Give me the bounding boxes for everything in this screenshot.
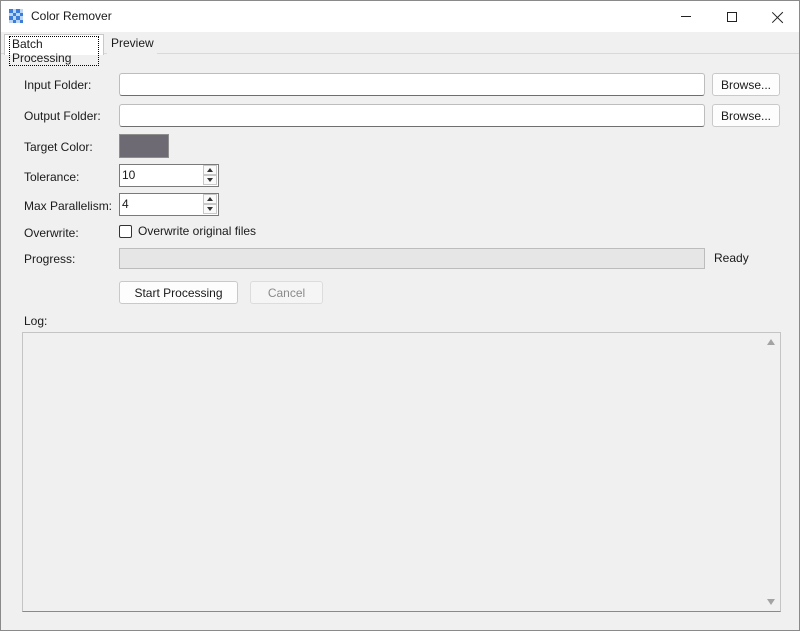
max-parallelism-label: Max Parallelism: <box>24 199 113 213</box>
close-button[interactable] <box>755 1 800 32</box>
target-color-label: Target Color: <box>24 140 93 154</box>
max-parallelism-decrement-button[interactable] <box>203 204 217 214</box>
tolerance-increment-button[interactable] <box>203 165 217 175</box>
stepper-arrows <box>202 165 218 186</box>
max-parallelism-increment-button[interactable] <box>203 194 217 204</box>
cancel-button[interactable]: Cancel <box>250 281 323 304</box>
chevron-up-icon <box>207 197 213 201</box>
progress-bar <box>119 248 705 269</box>
status-text: Ready <box>714 251 749 265</box>
tolerance-stepper[interactable]: 10 <box>119 164 219 187</box>
target-color-swatch[interactable] <box>119 134 169 158</box>
output-folder-label: Output Folder: <box>24 109 101 123</box>
close-icon <box>772 11 784 23</box>
checkerboard-app-icon <box>9 9 23 23</box>
overwrite-label: Overwrite: <box>24 226 79 240</box>
scroll-up-icon[interactable] <box>767 339 775 345</box>
browse-input-button[interactable]: Browse... <box>712 73 780 96</box>
scroll-down-icon[interactable] <box>767 599 775 605</box>
tab-label: Batch Processing <box>9 36 99 66</box>
minimize-button[interactable] <box>663 1 709 32</box>
input-folder-field[interactable] <box>119 73 705 96</box>
log-label: Log: <box>24 314 48 328</box>
output-folder-field[interactable] <box>119 104 705 127</box>
tab-preview[interactable]: Preview <box>107 35 157 54</box>
stepper-arrows <box>202 194 218 215</box>
tolerance-label: Tolerance: <box>24 170 80 184</box>
tab-label: Preview <box>111 36 154 50</box>
chevron-down-icon <box>207 207 213 211</box>
max-parallelism-value[interactable]: 4 <box>122 197 129 211</box>
max-parallelism-stepper[interactable]: 4 <box>119 193 219 216</box>
minimize-icon <box>681 16 691 17</box>
tab-batch-processing[interactable]: Batch Processing <box>4 34 104 66</box>
tab-bar: Batch Processing Preview <box>1 32 799 66</box>
browse-output-button[interactable]: Browse... <box>712 104 780 127</box>
tolerance-decrement-button[interactable] <box>203 175 217 185</box>
chevron-down-icon <box>207 178 213 182</box>
chevron-up-icon <box>207 168 213 172</box>
overwrite-checkbox[interactable] <box>119 225 132 238</box>
input-folder-label: Input Folder: <box>24 78 92 92</box>
maximize-button[interactable] <box>709 1 755 32</box>
log-scrollbar[interactable] <box>762 333 780 611</box>
maximize-icon <box>727 11 737 22</box>
tolerance-value[interactable]: 10 <box>122 168 135 182</box>
window-title: Color Remover <box>31 9 112 23</box>
progress-label: Progress: <box>24 252 76 266</box>
start-processing-button[interactable]: Start Processing <box>119 281 238 304</box>
overwrite-checkbox-label[interactable]: Overwrite original files <box>138 224 256 238</box>
app-window: Color Remover Batch Processing Preview I… <box>0 0 800 631</box>
log-textarea[interactable] <box>22 332 781 612</box>
title-bar[interactable]: Color Remover <box>1 1 799 32</box>
